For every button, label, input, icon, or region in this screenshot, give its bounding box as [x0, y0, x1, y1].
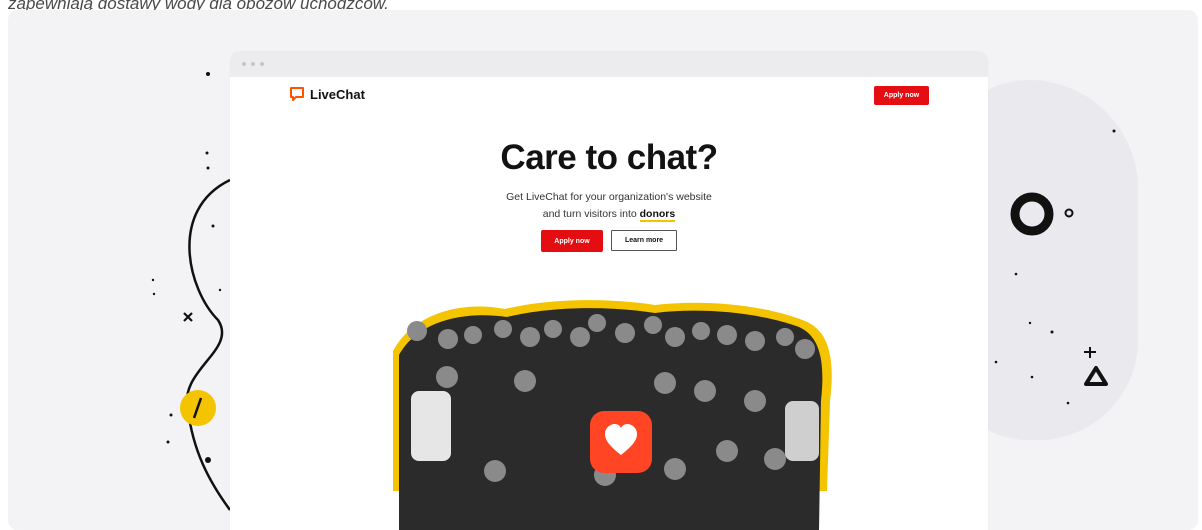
hero-title: Care to chat? [500, 138, 718, 177]
browser-window: LiveChat Apply now Care to chat? Get Liv… [230, 51, 988, 530]
header-apply-button[interactable]: Apply now [874, 86, 929, 105]
hero-card: LiveChat Apply now Care to chat? Get Liv… [8, 10, 1198, 530]
window-dot [242, 62, 246, 66]
hero-actions: Apply now Learn more [230, 230, 988, 252]
light-shirt [785, 401, 819, 461]
livechat-logo-icon [290, 87, 304, 101]
team-photo [393, 300, 832, 530]
subtitle-prefix: and turn visitors into [542, 208, 640, 220]
heart-app-icon [590, 411, 652, 473]
window-dot [251, 62, 255, 66]
learn-more-button[interactable]: Learn more [611, 230, 677, 251]
hero-subtitle: Get LiveChat for your organization's web… [230, 189, 988, 223]
black-ring-doodle [1010, 192, 1074, 236]
subtitle-line-2: and turn visitors into donors [230, 206, 988, 223]
subtitle-line-1: Get LiveChat for your organization's web… [506, 191, 712, 203]
triangle-doodle [1084, 366, 1108, 386]
browser-toolbar [230, 51, 988, 77]
logo-text: LiveChat [310, 86, 365, 102]
window-dot [260, 62, 264, 66]
plus-doodle [1084, 347, 1096, 358]
livechat-logo[interactable]: LiveChat [289, 86, 365, 102]
white-shirt [411, 391, 451, 461]
cross-doodle [183, 312, 193, 322]
site-header: LiveChat Apply now [230, 77, 988, 113]
subtitle-highlight: donors [639, 208, 676, 222]
yellow-ring-doodle [180, 390, 216, 426]
apply-now-button[interactable]: Apply now [541, 230, 603, 252]
